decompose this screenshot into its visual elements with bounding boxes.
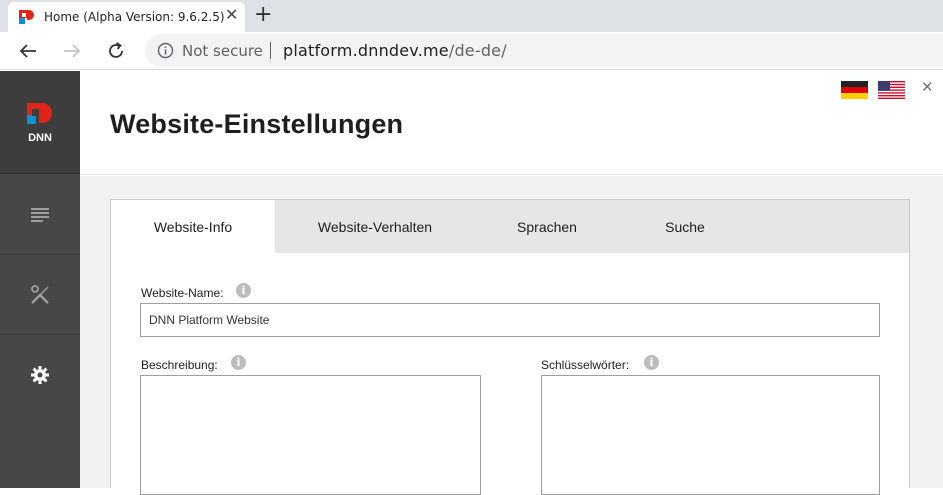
content-icon	[31, 208, 49, 222]
tab-title: Home (Alpha Version: 9.6.2.5)	[44, 10, 225, 24]
info-circle-icon[interactable]	[157, 42, 174, 59]
gear-icon	[31, 366, 49, 384]
tools-icon	[31, 285, 49, 304]
keywords-label: Schlüsselwörter:	[541, 358, 630, 372]
new-tab-button[interactable]: +	[254, 3, 272, 27]
german-flag-icon[interactable]	[841, 81, 868, 99]
close-panel-icon[interactable]: ✕	[921, 78, 934, 96]
url-text[interactable]: platform.dnndev.me/de-de/	[283, 41, 507, 60]
address-bar[interactable]: Not secure platform.dnndev.me/de-de/	[145, 34, 943, 67]
site-name-help-icon[interactable]: i	[236, 283, 251, 298]
persona-bar: DNN	[0, 71, 80, 488]
reload-icon[interactable]	[105, 40, 127, 62]
url-host: platform.dnndev.me	[283, 41, 449, 60]
us-flag-icon[interactable]	[878, 81, 905, 99]
browser-toolbar: Not secure platform.dnndev.me/de-de/	[0, 32, 943, 70]
description-textarea[interactable]	[140, 375, 481, 495]
page-title: Website-Einstellungen	[110, 109, 404, 139]
forward-arrow-icon[interactable]	[61, 40, 83, 62]
browser-tab[interactable]: Home (Alpha Version: 9.6.2.5) ✕	[8, 2, 245, 32]
tab-search[interactable]: Suche	[618, 200, 752, 253]
site-name-label: Website-Name:	[141, 286, 224, 300]
address-separator	[270, 42, 271, 59]
settings-tabs: Website-Info Website-Verhalten Sprachen …	[111, 200, 909, 253]
nav-content[interactable]	[0, 175, 80, 255]
nav-filler	[0, 414, 80, 488]
nav-tools[interactable]	[0, 255, 80, 335]
back-arrow-icon[interactable]	[17, 40, 39, 62]
keywords-help-icon[interactable]: i	[644, 355, 659, 370]
site-name-input[interactable]: DNN Platform Website	[140, 303, 880, 337]
nav-settings[interactable]	[0, 335, 80, 415]
description-help-icon[interactable]: i	[231, 355, 246, 370]
dnn-logo-text: DNN	[28, 132, 52, 143]
dnn-logo-icon: DNN	[27, 103, 52, 143]
dnn-logo[interactable]: DNN	[0, 71, 80, 174]
keywords-textarea[interactable]	[541, 375, 880, 495]
tab-website-behavior[interactable]: Website-Verhalten	[275, 200, 475, 253]
url-path: /de-de/	[448, 41, 507, 60]
page-header: Website-Einstellungen ✕	[80, 71, 943, 175]
tab-close-icon[interactable]: ✕	[225, 7, 238, 25]
dnn-favicon-icon	[19, 10, 34, 24]
browser-tabstrip: Home (Alpha Version: 9.6.2.5) ✕ +	[0, 0, 943, 32]
description-label: Beschreibung:	[141, 358, 218, 372]
tab-languages[interactable]: Sprachen	[477, 200, 617, 253]
tab-website-info[interactable]: Website-Info	[111, 200, 275, 253]
settings-panel: Website-Info Website-Verhalten Sprachen …	[110, 199, 910, 495]
security-status: Not secure	[182, 42, 263, 60]
